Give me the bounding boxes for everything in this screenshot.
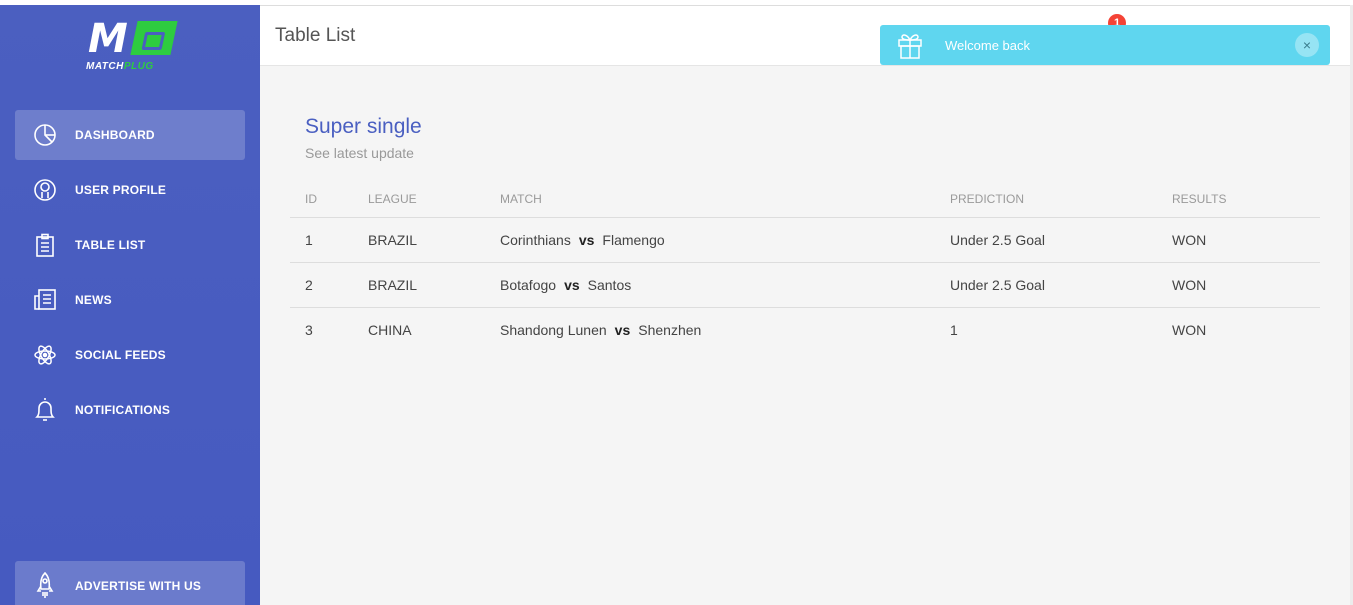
away-team: Santos xyxy=(587,276,632,293)
home-team: Shandong Lunen xyxy=(500,321,607,338)
cell-result: WON xyxy=(1172,321,1207,338)
newspaper-icon xyxy=(32,287,58,313)
sidebar-nav: DASHBOARD USER PROFILE TABLE LIST NEWS S… xyxy=(15,110,245,440)
table-row: 1 BRAZIL Corinthians vs Flamengo Under 2.5… xyxy=(290,217,1320,263)
sidebar-item-label: TABLE LIST xyxy=(75,238,146,252)
cell-id: 3 xyxy=(305,321,313,338)
clipboard-icon xyxy=(32,232,58,258)
main-content: Table List Super single See latest updat… xyxy=(260,5,1350,605)
gift-icon xyxy=(895,30,925,60)
cell-id: 2 xyxy=(290,262,353,308)
welcome-toast: Welcome back × xyxy=(880,25,1330,65)
sidebar-item-label: NOTIFICATIONS xyxy=(75,403,171,417)
cell-match: Corinthians vs Flamengo xyxy=(485,217,935,263)
column-header-id: ID xyxy=(290,182,353,218)
sidebar: M MATCHPLUG DASHBOARD USER PROFILE TABLE… xyxy=(0,5,260,605)
pie-chart-icon xyxy=(32,122,58,148)
sidebar-item-dashboard[interactable]: DASHBOARD xyxy=(15,110,245,160)
table-row: 3 CHINA Shandong Lunen vs Shenzhen 1 WON xyxy=(290,307,1320,352)
cell-prediction: Under 2.5 Goal xyxy=(935,217,1157,263)
card-title: Super single xyxy=(305,115,422,138)
home-team: Corinthians xyxy=(500,231,571,248)
cell-match: Shandong Lunen vs Shenzhen xyxy=(485,307,935,352)
close-icon[interactable]: × xyxy=(1295,33,1319,57)
page-title: Table List xyxy=(275,25,356,46)
cell-id: 1 xyxy=(290,217,353,263)
advertise-label: ADVERTISE WITH US xyxy=(75,579,202,593)
cell-league: CHINA xyxy=(368,321,412,338)
column-header-prediction: PREDICTION xyxy=(935,182,1157,218)
rocket-icon xyxy=(32,572,58,599)
table-row: 2 BRAZIL Botafogo vs Santos Under 2.5 Goal… xyxy=(290,262,1320,308)
cell-league: BRAZIL xyxy=(353,262,485,308)
cell-league: BRAZIL xyxy=(353,217,485,263)
vs-label: vs xyxy=(564,276,580,293)
bell-icon xyxy=(32,397,58,423)
sidebar-item-news[interactable]: NEWS xyxy=(15,275,245,325)
sidebar-item-table-list[interactable]: TABLE LIST xyxy=(15,220,245,270)
cell-result: WON xyxy=(1157,262,1320,308)
user-icon xyxy=(32,177,58,203)
toast-message: Welcome back xyxy=(945,37,1031,53)
cell-result: WON xyxy=(1157,217,1320,263)
vs-label: vs xyxy=(578,231,595,248)
sidebar-item-label: NEWS xyxy=(75,293,112,307)
predictions-table: ID LEAGUE MATCH PREDICTION RESULTS 1 BRA… xyxy=(290,182,1320,352)
sidebar-item-social-feeds[interactable]: SOCIAL FEEDS xyxy=(15,330,245,380)
plug-icon xyxy=(130,21,178,55)
advertise-button[interactable]: ADVERTISE WITH US xyxy=(15,561,245,605)
sidebar-item-notifications[interactable]: NOTIFICATIONS xyxy=(15,385,245,435)
logo-mark: M xyxy=(88,16,128,62)
sidebar-item-label: SOCIAL FEEDS xyxy=(75,348,166,362)
sidebar-item-user-profile[interactable]: USER PROFILE xyxy=(15,165,245,215)
cell-prediction: Under 2.5 Goal xyxy=(935,262,1157,308)
home-team: Botafogo xyxy=(500,276,557,293)
column-header-match: MATCH xyxy=(485,182,935,218)
away-team: Flamengo xyxy=(602,231,665,248)
column-header-league: LEAGUE xyxy=(353,182,485,218)
atom-icon xyxy=(32,342,58,368)
table-header-row: ID LEAGUE MATCH PREDICTION RESULTS xyxy=(290,182,1320,218)
away-team: Shenzhen xyxy=(638,321,702,338)
vs-label: vs xyxy=(614,321,631,338)
card-subtitle: See latest update xyxy=(305,145,414,161)
cell-prediction: 1 xyxy=(950,321,958,338)
cell-match: Botafogo vs Santos xyxy=(485,262,935,308)
matchplug-logo[interactable]: M MATCHPLUG xyxy=(84,16,178,79)
sidebar-item-label: DASHBOARD xyxy=(75,128,155,142)
sidebar-item-label: USER PROFILE xyxy=(75,183,167,197)
logo-wordmark: MATCHPLUG xyxy=(86,61,154,72)
column-header-results: RESULTS xyxy=(1157,182,1320,218)
